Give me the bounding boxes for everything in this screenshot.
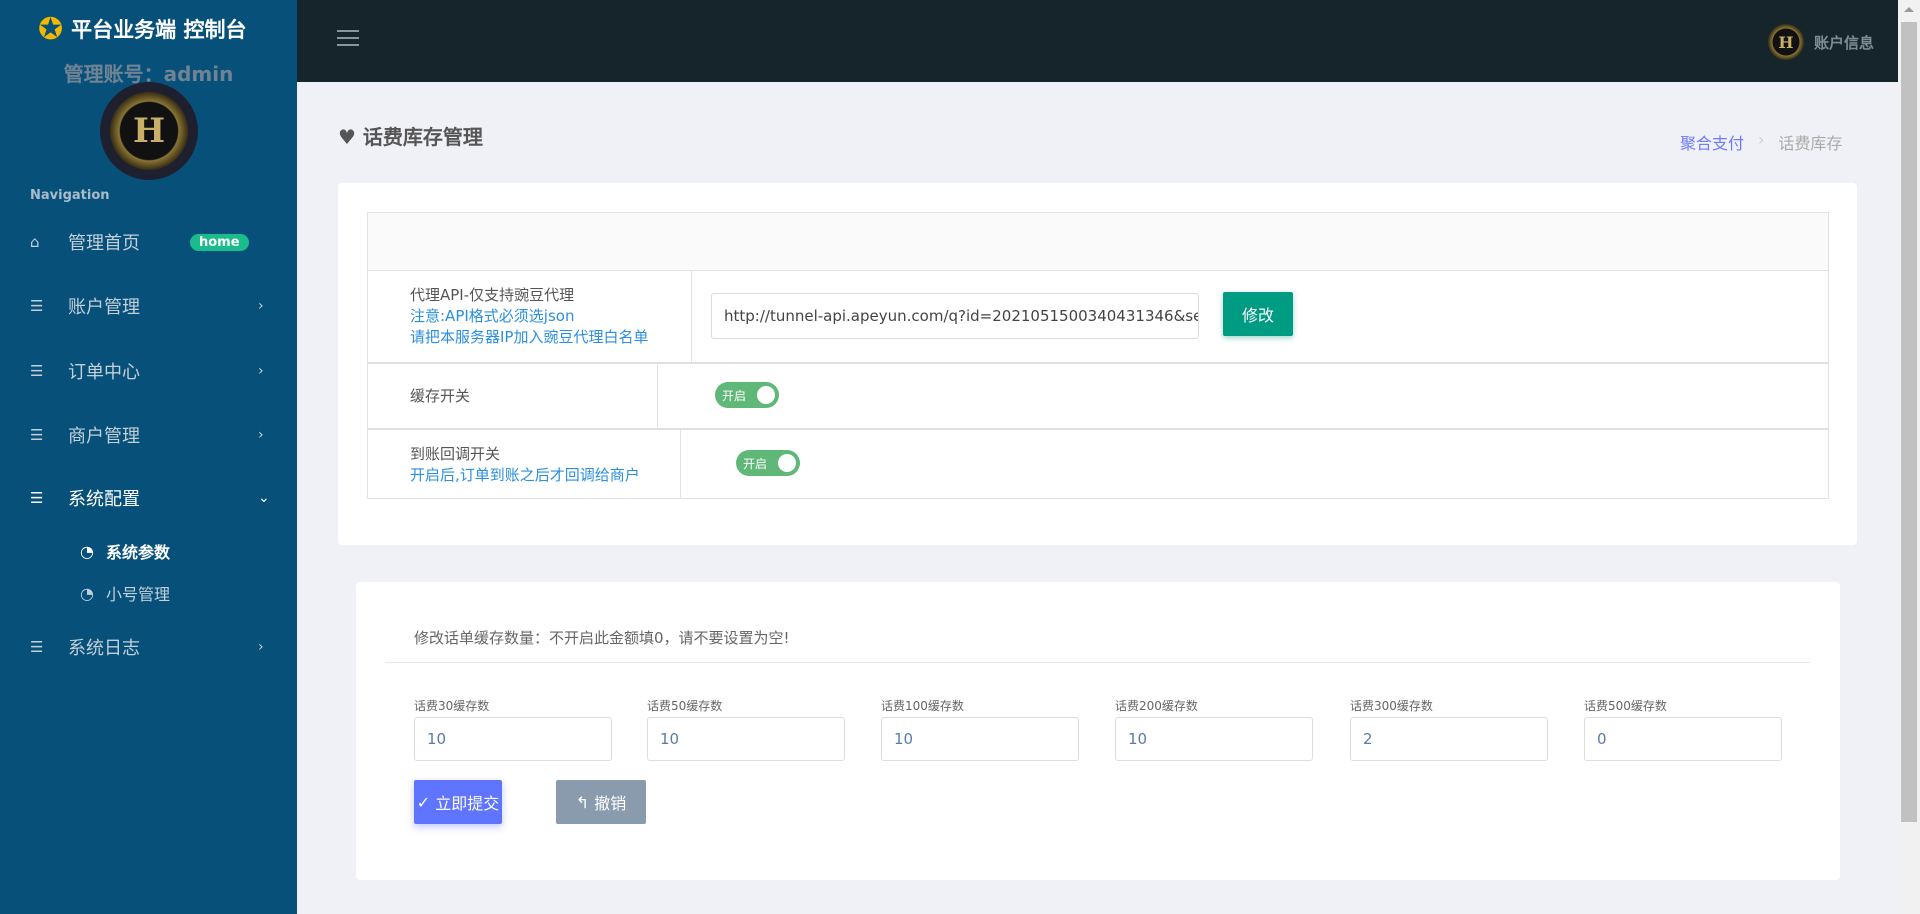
chevron-right-icon: › bbox=[258, 363, 264, 379]
callback-toggle[interactable]: 开启 bbox=[736, 450, 800, 476]
cancel-label: 撤销 bbox=[594, 794, 627, 813]
heart-icon: ♥ bbox=[338, 125, 356, 149]
sidebar-item-logs[interactable]: ☰ 系统日志 › bbox=[0, 627, 297, 667]
check-icon: ✓ bbox=[416, 792, 436, 812]
submit-button[interactable]: ✓ 立即提交 bbox=[414, 780, 502, 824]
cache-count-input[interactable]: 10 bbox=[1115, 717, 1313, 761]
cache-count-input[interactable]: 10 bbox=[881, 717, 1079, 761]
cache-count-input[interactable]: 0 bbox=[1584, 717, 1782, 761]
cache-row: 缓存开关 开启 bbox=[368, 362, 1828, 428]
list-icon: ☰ bbox=[30, 489, 44, 507]
proxy-label: 代理API-仅支持豌豆代理 bbox=[410, 286, 575, 304]
chevron-right-icon: › bbox=[258, 427, 264, 443]
cache-count-input[interactable]: 10 bbox=[414, 717, 612, 761]
field-label: 话费300缓存数 bbox=[1350, 699, 1433, 713]
proxy-row: 代理API-仅支持豌豆代理 注意:API格式必须选json 请把本服务器IP加入… bbox=[368, 270, 1828, 362]
cache-form-card: 修改话单缓存数量：不开启此金额填0，请不要设置为空! 话费30缓存数 10 话费5… bbox=[356, 582, 1840, 880]
form-heading: 修改话单缓存数量：不开启此金额填0，请不要设置为空! bbox=[414, 629, 790, 647]
sidebar-item-orders[interactable]: ☰ 订单中心 › bbox=[0, 351, 297, 391]
breadcrumb-current: 话费库存 bbox=[1778, 134, 1843, 153]
list-icon: ☰ bbox=[30, 426, 44, 444]
nav-heading: Navigation bbox=[30, 188, 110, 203]
callback-note: 开启后,订单到账之后才回调给商户 bbox=[410, 465, 640, 484]
cache-label: 缓存开关 bbox=[410, 386, 471, 405]
chevron-right-icon: › bbox=[258, 298, 264, 314]
field-label: 话费50缓存数 bbox=[647, 699, 723, 713]
label: 商户管理 bbox=[68, 426, 140, 447]
topbar: H 账户信息 bbox=[297, 0, 1898, 82]
label: 小号管理 bbox=[105, 585, 170, 604]
label: 账户管理 bbox=[68, 297, 140, 318]
label: 系统参数 bbox=[105, 543, 170, 562]
menu-toggle-icon[interactable] bbox=[337, 30, 359, 51]
home-badge: home bbox=[190, 233, 249, 251]
undo-icon: ↰ bbox=[575, 792, 595, 812]
scrollbar[interactable] bbox=[1898, 0, 1920, 914]
divider bbox=[385, 662, 1810, 663]
brand-title: 平台业务端 控制台 bbox=[71, 18, 247, 42]
sidebar-item-merchants[interactable]: ☰ 商户管理 › bbox=[0, 415, 297, 455]
cancel-button[interactable]: ↰ 撤销 bbox=[556, 780, 646, 824]
label: 管理首页 bbox=[68, 233, 140, 254]
sidebar-subitem-params[interactable]: ◔ 系统参数 bbox=[80, 539, 170, 563]
chevron-down-icon: ⌄ bbox=[258, 490, 270, 506]
user-sync-icon: ◔ bbox=[80, 583, 94, 603]
account-label: 账户信息 bbox=[1813, 33, 1874, 52]
sidebar-item-accounts[interactable]: ☰ 账户管理 › bbox=[0, 286, 297, 326]
modify-button[interactable]: 修改 bbox=[1223, 292, 1293, 336]
sidebar-subitem-accounts[interactable]: ◔ 小号管理 bbox=[80, 581, 170, 605]
user-sync-icon: ◔ bbox=[80, 541, 94, 561]
callback-label: 到账回调开关 bbox=[410, 444, 501, 463]
home-icon: ⌂ bbox=[30, 233, 40, 251]
badge-check-icon: ✪ bbox=[38, 11, 64, 47]
settings-table: 代理API-仅支持豌豆代理 注意:API格式必须选json 请把本服务器IP加入… bbox=[367, 212, 1829, 499]
page-title: ♥ 话费库存管理 bbox=[338, 121, 483, 150]
field-label: 话费500缓存数 bbox=[1584, 699, 1667, 713]
label: 系统配置 bbox=[68, 489, 140, 510]
sidebar-item-home[interactable]: ⌂ 管理首页 home bbox=[0, 222, 297, 262]
chevron-right-icon: › bbox=[258, 639, 264, 655]
title-text: 话费库存管理 bbox=[362, 125, 483, 149]
brand: ✪ 平台业务端 控制台 bbox=[38, 11, 247, 47]
cache-count-input[interactable]: 10 bbox=[647, 717, 845, 761]
account-avatar: H bbox=[1767, 24, 1804, 60]
sidebar: ✪ 平台业务端 控制台 管理账号：admin H Navigation ⌂ 管理首… bbox=[0, 0, 297, 914]
cache-toggle[interactable]: 开启 bbox=[715, 382, 779, 408]
breadcrumb: 聚合支付 › 话费库存 bbox=[1680, 130, 1842, 154]
proxy-api-input[interactable]: http://tunnel-api.apeyun.com/q?id=202105… bbox=[711, 293, 1199, 339]
proxy-note: 请把本服务器IP加入豌豆代理白名单 bbox=[410, 328, 649, 346]
avatar[interactable]: H bbox=[100, 82, 198, 180]
field-label: 话费100缓存数 bbox=[881, 699, 964, 713]
field-label: 话费200缓存数 bbox=[1115, 699, 1198, 713]
breadcrumb-link[interactable]: 聚合支付 bbox=[1680, 130, 1744, 154]
table-header bbox=[368, 213, 1828, 270]
sidebar-item-system-config[interactable]: ☰ 系统配置 ⌄ bbox=[0, 478, 297, 518]
submit-label: 立即提交 bbox=[435, 794, 500, 813]
label: 订单中心 bbox=[68, 362, 140, 383]
proxy-note: 注意:API格式必须选json bbox=[410, 307, 575, 325]
list-icon: ☰ bbox=[30, 297, 44, 315]
cache-count-input[interactable]: 2 bbox=[1350, 717, 1548, 761]
callback-row: 到账回调开关 开启后,订单到账之后才回调给商户 开启 bbox=[368, 428, 1828, 499]
list-icon: ☰ bbox=[30, 638, 44, 656]
field-label: 话费30缓存数 bbox=[414, 699, 490, 713]
list-icon: ☰ bbox=[30, 362, 44, 380]
chevron-right-icon: › bbox=[1758, 130, 1765, 149]
account-menu[interactable]: H 账户信息 bbox=[1767, 24, 1874, 60]
label: 系统日志 bbox=[68, 638, 140, 659]
